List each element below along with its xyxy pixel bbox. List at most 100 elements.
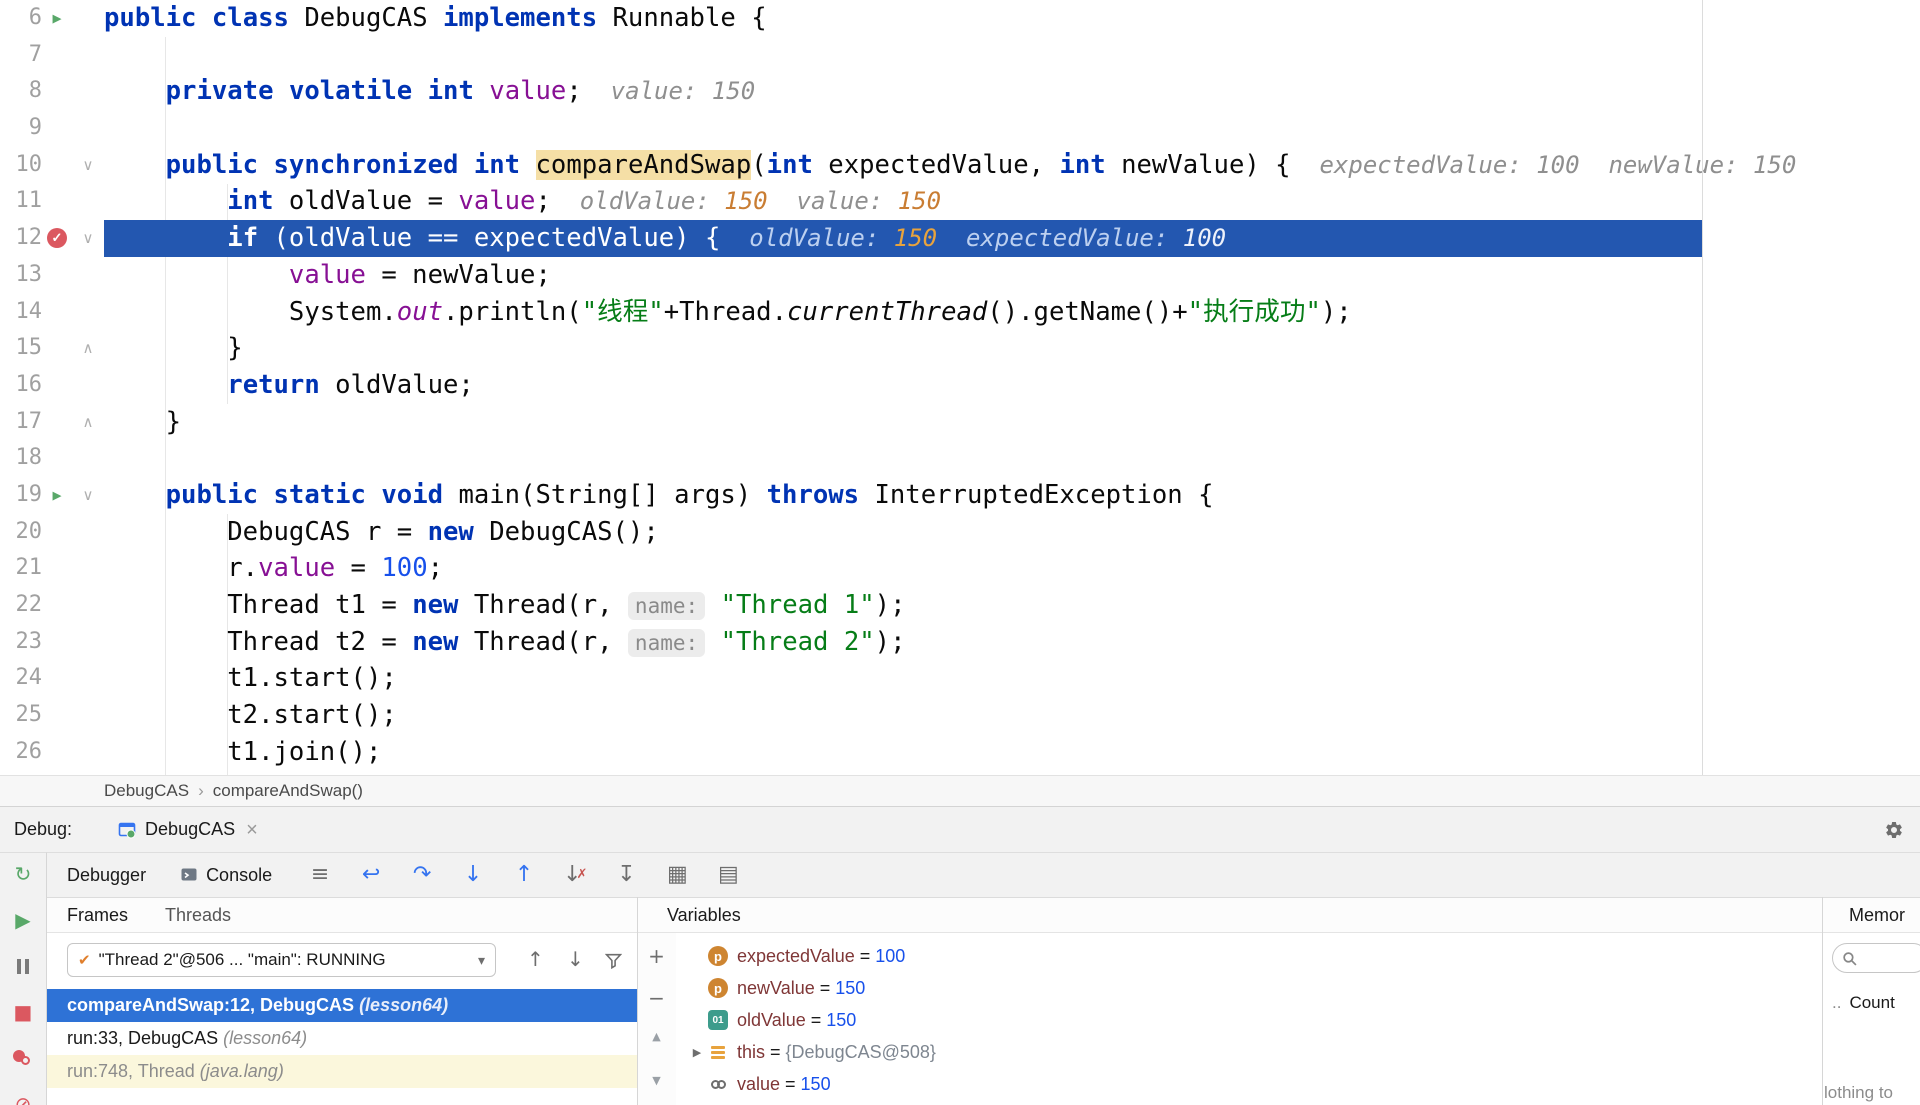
debug-actions: ≡ ↩ ↷ ↓ ↑ ↓ ✗ ↧ ▦ ▤ (308, 862, 740, 888)
frame-text: run:748, Thread (67, 1061, 200, 1081)
variable-row[interactable]: p newValue = 150 (676, 972, 1822, 1004)
remove-watch-button[interactable]: − (646, 986, 668, 1010)
fold-icon[interactable]: ∨ (72, 477, 104, 514)
code-text[interactable]: DebugCAS r = new DebugCAS(); (104, 514, 1920, 551)
code-text[interactable]: public synchronized int compareAndSwap(i… (104, 147, 1920, 184)
fold-icon[interactable]: ∧ (72, 404, 104, 441)
gutter: 18 (0, 440, 104, 477)
frame-row[interactable]: run:33, DebugCAS (lesson64) (47, 1022, 637, 1055)
code-text[interactable]: public static void main(String[] args) t… (104, 477, 1920, 514)
tab-frames[interactable]: Frames (67, 898, 128, 934)
frame-row[interactable]: run:748, Thread (java.lang) (47, 1055, 637, 1088)
drop-frame-button[interactable]: ↓ ✗ (563, 862, 587, 888)
code-editor[interactable]: 6 ▶ public class DebugCAS implements Runna… (0, 0, 1920, 775)
show-execution-point-button[interactable]: ↩ (359, 862, 383, 888)
console-icon (181, 868, 197, 881)
run-icon[interactable]: ▶ (42, 0, 72, 37)
breadcrumb-method[interactable]: compareAndSwap() (213, 781, 363, 801)
run-to-cursor-button[interactable]: ↧ (614, 862, 638, 888)
fold-icon[interactable]: ∨ (72, 220, 104, 257)
pause-program-button[interactable] (12, 955, 34, 977)
rerun-debug-button[interactable]: ↻ (12, 862, 34, 886)
line-number: 19 (15, 481, 43, 507)
line-number: 25 (15, 702, 43, 728)
view-options-button[interactable]: ▤ (716, 862, 740, 888)
code-line: 21 r.value = 100; (0, 550, 1920, 587)
code-text[interactable] (104, 440, 1920, 477)
panels-header: Frames Threads Variables Memor (47, 897, 1920, 933)
tab-debugger[interactable]: Debugger (67, 865, 146, 886)
variable-row[interactable]: 01 oldValue = 150 (676, 1004, 1822, 1036)
code-line: 17 ∧ } (0, 404, 1920, 441)
variable-row[interactable]: p expectedValue = 100 (676, 940, 1822, 972)
tab-debugcas[interactable]: DebugCAS × (108, 807, 268, 852)
gutter: 10 ∨ (0, 147, 104, 184)
variable-name: oldValue (737, 1009, 806, 1030)
previous-frame-button[interactable]: ↑ (527, 947, 544, 971)
code-text[interactable]: r.value = 100; (104, 550, 1920, 587)
breadcrumb-class[interactable]: DebugCAS (104, 781, 189, 801)
variables-header: Variables (667, 905, 741, 925)
code-text[interactable]: int oldValue = value; oldValue: 150 valu… (104, 183, 1920, 220)
code-text[interactable]: System.out.println("线程"+Thread.currentTh… (104, 294, 1920, 331)
code-text[interactable]: private volatile int value; value: 150 (104, 73, 1920, 110)
frame-package: (java.lang) (199, 1061, 284, 1081)
code-text[interactable]: t2.start(); (104, 697, 1920, 734)
line-number: 10 (15, 151, 43, 177)
memory-count-column[interactable]: Count (1849, 993, 1894, 1013)
step-into-button[interactable]: ↓ (461, 862, 485, 888)
scroll-up-button[interactable]: ▲ (646, 1025, 668, 1047)
line-number: 21 (15, 555, 43, 581)
resume-program-button[interactable]: ▶ (12, 908, 34, 932)
scroll-down-button[interactable]: ▼ (646, 1069, 668, 1091)
add-watch-button[interactable]: + (646, 944, 668, 968)
gutter: 15 ∧ (0, 330, 104, 367)
variable-value: 150 (835, 977, 866, 998)
close-icon[interactable]: × (246, 820, 258, 840)
fold-icon[interactable]: ∨ (72, 147, 104, 184)
filter-icon[interactable] (604, 950, 623, 974)
line-number: 24 (15, 665, 43, 691)
breakpoint-icon[interactable]: ✓ (47, 228, 67, 249)
settings-gear-icon[interactable] (1884, 820, 1904, 840)
variable-row[interactable]: ▶ this = {DebugCAS@508} (676, 1036, 1822, 1068)
code-text[interactable]: t1.join(); (104, 734, 1920, 771)
tab-console[interactable]: Console (180, 865, 272, 886)
mute-breakpoints-button[interactable]: ⊘ (12, 1092, 34, 1105)
variables-list: p expectedValue = 100 p newValue = 150 01 old… (676, 933, 1822, 1105)
stop-program-button[interactable]: ■ (12, 1000, 34, 1024)
fold-icon[interactable]: ∧ (72, 330, 104, 367)
gutter: 22 (0, 587, 104, 624)
code-text[interactable]: if (oldValue == expectedValue) { oldValu… (104, 220, 1920, 257)
code-text[interactable]: return oldValue; (104, 367, 1920, 404)
variable-value: 150 (826, 1009, 857, 1030)
expand-arrow-icon[interactable]: ▶ (686, 1046, 708, 1059)
code-text[interactable]: Thread t2 = new Thread(r, name: "Thread … (104, 624, 1920, 661)
step-out-button[interactable]: ↑ (512, 862, 536, 888)
gutter: 11 (0, 183, 104, 220)
frame-row[interactable]: compareAndSwap:12, DebugCAS (lesson64) (47, 989, 637, 1022)
code-text[interactable]: public class DebugCAS implements Runnabl… (104, 0, 1920, 37)
code-text[interactable]: } (104, 404, 1920, 441)
run-icon[interactable]: ▶ (42, 477, 72, 514)
code-text[interactable] (104, 110, 1920, 147)
gutter: 19 ▶ ∨ (0, 477, 104, 514)
code-text[interactable]: t1.start(); (104, 660, 1920, 697)
restore-layout-button[interactable]: ≡ (308, 862, 332, 888)
code-text[interactable] (104, 37, 1920, 74)
frame-text: run:33, DebugCAS (67, 1028, 224, 1048)
view-breakpoints-button[interactable] (12, 1047, 34, 1069)
gutter: 14 (0, 294, 104, 331)
memory-search-input[interactable] (1832, 943, 1920, 973)
step-over-button[interactable]: ↷ (410, 862, 434, 888)
variable-row[interactable]: value = 150 (676, 1068, 1822, 1100)
thread-selector-dropdown[interactable]: ✔ "Thread 2"@506 ... "main": RUNNING ▾ (67, 943, 496, 977)
next-frame-button[interactable]: ↓ (567, 947, 584, 971)
code-text[interactable]: Thread t1 = new Thread(r, name: "Thread … (104, 587, 1920, 624)
local-icon: 01 (708, 1010, 728, 1030)
code-text[interactable]: value = newValue; (104, 257, 1920, 294)
tab-threads[interactable]: Threads (165, 898, 231, 934)
gutter: 16 (0, 367, 104, 404)
code-text[interactable]: } (104, 330, 1920, 367)
evaluate-expression-button[interactable]: ▦ (665, 862, 689, 888)
